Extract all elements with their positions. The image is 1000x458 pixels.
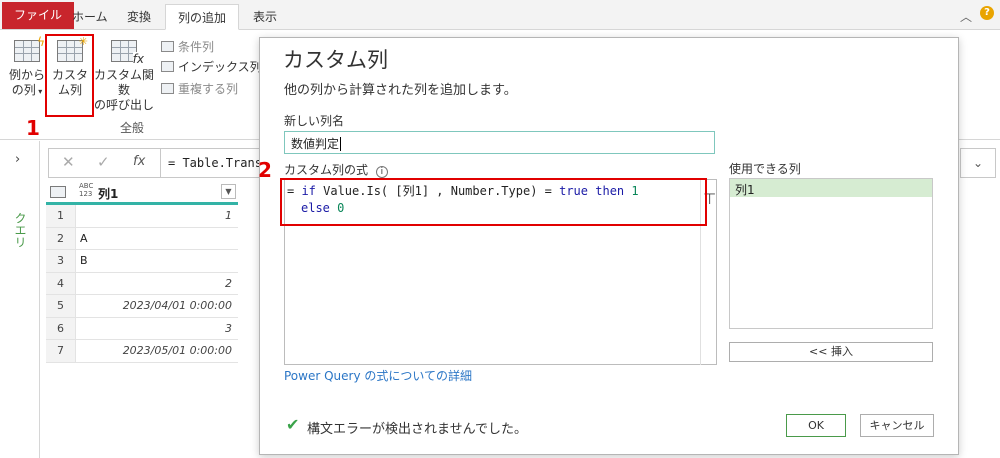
- dialog-subtitle: 他の列から計算された列を追加します。: [284, 83, 517, 98]
- table-row[interactable]: 2A: [46, 227, 238, 250]
- grid-header: ABC 123 列1 ▼: [46, 181, 238, 205]
- invoke-custom-function-button[interactable]: fx カスタム関数 の呼び出し: [93, 40, 155, 113]
- table-row[interactable]: 63: [46, 317, 238, 340]
- table-row[interactable]: 3B: [46, 250, 238, 273]
- duplicate-column-icon: [161, 83, 174, 94]
- conditional-column-label: 条件列: [178, 40, 215, 54]
- table-bolt-icon: ϟ: [14, 35, 45, 62]
- tab-home[interactable]: ホーム: [60, 4, 120, 30]
- formula-divider: [160, 148, 161, 178]
- available-columns-label: 使用できる列: [729, 162, 801, 176]
- cancel-button[interactable]: キャンセル: [860, 414, 934, 437]
- custom-column-button[interactable]: ✳ カスタ ム列: [49, 35, 91, 98]
- row-number: 5: [46, 295, 76, 317]
- new-column-name-input[interactable]: 数値判定: [284, 131, 715, 154]
- ribbon-group-label: 全般: [120, 121, 145, 135]
- formula-text[interactable]: = Table.Trans: [168, 154, 262, 172]
- conditional-column-button[interactable]: 条件列: [161, 38, 214, 56]
- check-icon: ✔: [286, 415, 300, 434]
- commit-formula-icon[interactable]: ✓: [97, 153, 110, 171]
- custom-col-line2: ム列: [57, 83, 82, 97]
- tab-view[interactable]: 表示: [241, 4, 289, 30]
- cell-value[interactable]: 2023/05/01 0:00:00: [80, 340, 232, 362]
- row-number: 2: [46, 227, 76, 249]
- function-icon: fx: [111, 40, 144, 67]
- column-from-examples-button[interactable]: ϟ 例から の列 ▾: [6, 35, 48, 99]
- data-grid: ABC 123 列1 ▼ 1 1 2 A 3 B 4 2 5 2023/04/01 0:00:00…: [46, 181, 238, 363]
- example-col-line2: の列: [11, 83, 36, 97]
- highlight-box-2: [280, 178, 707, 226]
- custom-column-icon: ✳: [57, 35, 88, 62]
- row-number: 6: [46, 317, 76, 339]
- index-column-icon: [161, 61, 174, 72]
- available-column-item[interactable]: 列1: [730, 179, 932, 197]
- row-number: 7: [46, 340, 76, 362]
- duplicate-column-label: 重複する列: [178, 82, 239, 96]
- marker-2: 2: [258, 158, 272, 182]
- info-icon[interactable]: i: [375, 166, 388, 178]
- column-header-label[interactable]: 列1: [98, 185, 118, 202]
- marker-1: 1: [26, 116, 40, 140]
- new-column-name-label: 新しい列名: [284, 114, 345, 128]
- status-text: 構文エラーが検出されませんでした。: [307, 422, 527, 437]
- table-row[interactable]: 11: [46, 205, 238, 228]
- duplicate-column-button[interactable]: 重複する列: [161, 80, 238, 98]
- tab-add-column[interactable]: 列の追加: [165, 4, 240, 30]
- cell-value[interactable]: B: [80, 250, 232, 272]
- row-number: 4: [46, 272, 76, 294]
- available-columns-list: [729, 178, 933, 329]
- tab-transform[interactable]: 変換: [115, 4, 163, 30]
- cell-value[interactable]: 1: [80, 205, 232, 227]
- queries-pane: [0, 141, 40, 458]
- dropdown-caret-icon: ▾: [35, 87, 43, 96]
- column-filter-icon[interactable]: ▼: [221, 184, 236, 199]
- table-row[interactable]: 42: [46, 272, 238, 295]
- expand-queries-icon[interactable]: ›: [15, 152, 20, 167]
- index-column-button[interactable]: インデックス列 ▾: [161, 58, 268, 76]
- cell-value[interactable]: 2: [80, 273, 232, 295]
- queries-label[interactable]: クエリ: [12, 212, 29, 248]
- cancel-formula-icon[interactable]: ✕: [62, 153, 75, 171]
- fx-icon[interactable]: fx: [133, 154, 145, 169]
- custom-col-line1: カスタ: [51, 68, 88, 82]
- cell-value[interactable]: A: [80, 228, 232, 250]
- cell-value[interactable]: 2023/04/01 0:00:00: [80, 295, 232, 317]
- invoke-fn-line1: カスタム関数: [93, 68, 154, 97]
- ok-button[interactable]: OK: [786, 414, 846, 437]
- conditional-column-icon: [161, 41, 174, 52]
- collapse-ribbon-icon[interactable]: ︿: [960, 8, 972, 25]
- learn-more-link[interactable]: Power Query の式についての詳細: [284, 367, 472, 384]
- any-type-icon[interactable]: ABC 123: [79, 182, 93, 198]
- cell-value[interactable]: 3: [80, 318, 232, 340]
- new-column-name-value: 数値判定: [291, 137, 340, 151]
- table-row[interactable]: 5 2023/04/01 0:00:00: [46, 295, 238, 318]
- table-row[interactable]: 7 2023/05/01 0:00:00: [46, 340, 238, 363]
- index-column-label: インデックス列: [178, 60, 262, 74]
- formula-label: カスタム列の式 i: [284, 161, 388, 178]
- expand-formula-icon[interactable]: ⌄: [960, 148, 996, 178]
- dialog-title: カスタム列: [283, 48, 388, 72]
- formula-label-text: カスタム列の式: [284, 163, 369, 177]
- row-number: 1: [46, 205, 76, 227]
- example-col-line1: 例から: [8, 68, 45, 82]
- table-menu-icon[interactable]: [50, 186, 66, 198]
- text-caret: [340, 137, 342, 151]
- help-icon[interactable]: ?: [980, 6, 994, 20]
- row-number: 3: [46, 250, 76, 272]
- invoke-fn-line2: の呼び出し: [93, 98, 154, 112]
- insert-button[interactable]: << 挿入: [729, 342, 933, 362]
